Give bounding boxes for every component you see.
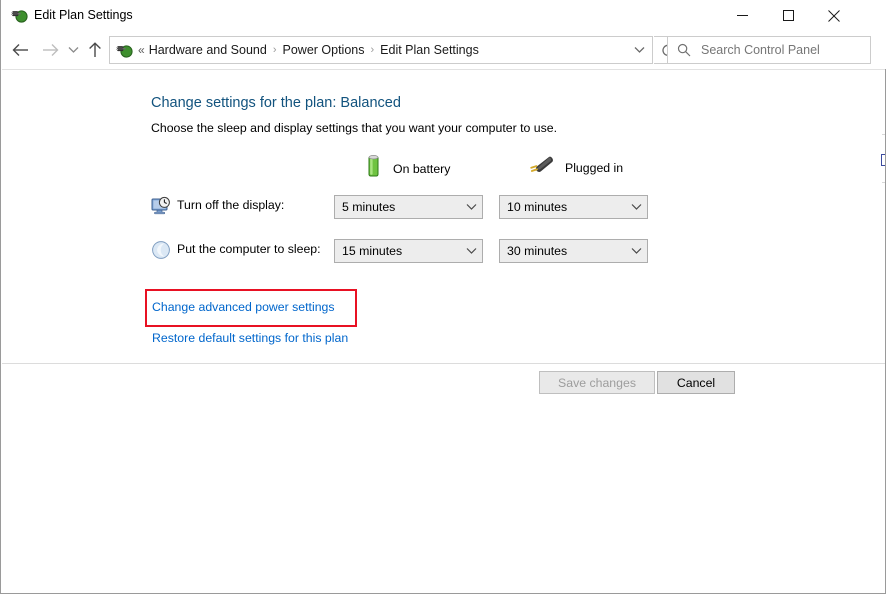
breadcrumb-overflow-icon[interactable]: « [138, 43, 145, 57]
breadcrumb[interactable]: « Hardware and Sound › Power Options › E… [109, 36, 653, 64]
forward-button[interactable] [37, 37, 63, 63]
edit-plan-settings-window: Edit Plan Settings [0, 0, 886, 594]
dropdown-value: 10 minutes [507, 200, 625, 214]
save-changes-button[interactable]: Save changes [539, 371, 655, 394]
recent-locations-button[interactable] [63, 37, 83, 63]
breadcrumb-item-edit-plan-settings[interactable]: Edit Plan Settings [376, 37, 483, 63]
background-window-edge-line [882, 182, 885, 183]
content-area: Change settings for the plan: Balanced C… [2, 69, 885, 363]
close-button[interactable] [811, 0, 857, 31]
chevron-down-icon[interactable] [625, 196, 647, 218]
chevron-down-icon[interactable] [626, 37, 652, 63]
window-title: Edit Plan Settings [34, 7, 133, 24]
search-icon [677, 43, 691, 57]
back-button[interactable] [7, 37, 33, 63]
chevron-down-icon[interactable] [625, 240, 647, 262]
power-plan-icon [116, 42, 133, 59]
footer-area: Save changes Cancel [2, 364, 885, 593]
display-clock-icon [151, 196, 171, 216]
page-title: Change settings for the plan: Balanced [151, 95, 401, 111]
setting-row-put-computer-to-sleep: Put the computer to sleep: 15 minutes 30… [2, 239, 885, 263]
link-restore-default-settings[interactable]: Restore default settings for this plan [152, 331, 348, 345]
breadcrumb-item-power-options[interactable]: Power Options [279, 37, 369, 63]
setting-row-label: Turn off the display: [177, 198, 284, 212]
up-button[interactable] [83, 37, 107, 63]
sleep-moon-icon [151, 240, 171, 260]
dropdown-turn-off-display-on-battery[interactable]: 5 minutes [334, 195, 483, 219]
power-plug-icon [527, 154, 555, 181]
battery-icon [364, 154, 383, 183]
title-bar: Edit Plan Settings [1, 0, 886, 31]
breadcrumb-separator-icon[interactable]: › [271, 44, 279, 56]
chevron-down-icon[interactable] [460, 196, 482, 218]
breadcrumb-separator-icon[interactable]: › [368, 44, 376, 56]
chevron-down-icon[interactable] [460, 240, 482, 262]
setting-row-label: Put the computer to sleep: [177, 242, 321, 256]
power-plan-icon [11, 7, 28, 24]
dropdown-sleep-on-battery[interactable]: 15 minutes [334, 239, 483, 263]
dropdown-turn-off-display-plugged-in[interactable]: 10 minutes [499, 195, 648, 219]
dropdown-value: 5 minutes [342, 200, 460, 214]
background-window-mark [881, 154, 885, 166]
cancel-button[interactable]: Cancel [657, 371, 735, 394]
column-header-label: Plugged in [565, 161, 623, 175]
address-bar: « Hardware and Sound › Power Options › E… [1, 31, 886, 69]
setting-row-turn-off-display: Turn off the display: 5 minutes 10 minut… [2, 195, 885, 219]
link-change-advanced-power-settings[interactable]: Change advanced power settings [152, 300, 335, 314]
column-header-on-battery: On battery [364, 154, 450, 183]
page-subtitle: Choose the sleep and display settings th… [151, 121, 557, 135]
maximize-button[interactable] [765, 0, 811, 31]
dropdown-sleep-plugged-in[interactable]: 30 minutes [499, 239, 648, 263]
background-window-edge-line [882, 134, 885, 135]
minimize-button[interactable] [719, 0, 765, 31]
search-input[interactable] [701, 39, 861, 61]
background-window-sliver [881, 148, 885, 174]
breadcrumb-item-hardware-and-sound[interactable]: Hardware and Sound [145, 37, 271, 63]
dropdown-value: 15 minutes [342, 244, 460, 258]
search-box[interactable] [667, 36, 871, 64]
column-header-label: On battery [393, 162, 450, 176]
column-header-plugged-in: Plugged in [527, 154, 623, 181]
dropdown-value: 30 minutes [507, 244, 625, 258]
